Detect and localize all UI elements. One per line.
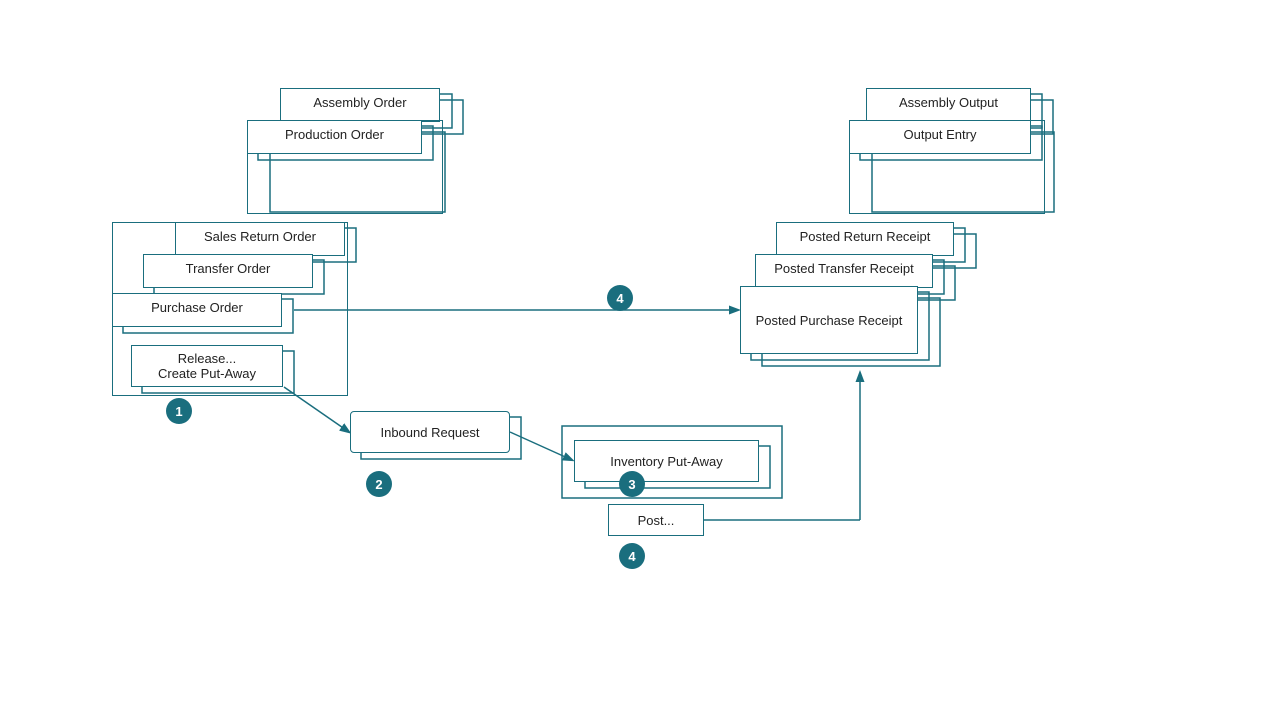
step-badge-1: 1 (166, 398, 192, 424)
posted-return-receipt-label: Posted Return Receipt (800, 229, 931, 244)
transfer-order-box: Transfer Order (143, 254, 313, 288)
inbound-request-label: Inbound Request (380, 425, 479, 440)
assembly-order-box: Assembly Order (280, 88, 440, 122)
step-badge-4-bot: 4 (619, 543, 645, 569)
release-label: Release... (178, 351, 237, 366)
posted-transfer-receipt-label: Posted Transfer Receipt (774, 261, 913, 276)
inventory-putaway-label: Inventory Put-Away (610, 454, 722, 469)
post-button-box[interactable]: Post... (608, 504, 704, 536)
posted-purchase-receipt-label: Posted Purchase Receipt (756, 313, 903, 328)
production-order-label: Production Order (285, 127, 384, 142)
posted-purchase-receipt-box: Posted Purchase Receipt (740, 286, 918, 354)
assembly-output-label: Assembly Output (899, 95, 998, 110)
sales-return-order-box: Sales Return Order (175, 222, 345, 256)
assembly-order-label: Assembly Order (313, 95, 406, 110)
production-order-box: Production Order (247, 120, 422, 154)
sales-return-order-label: Sales Return Order (204, 229, 316, 244)
output-entry-label: Output Entry (904, 127, 977, 142)
step-badge-2: 2 (366, 471, 392, 497)
transfer-order-label: Transfer Order (186, 261, 271, 276)
posted-return-receipt-box: Posted Return Receipt (776, 222, 954, 256)
release-create-box: Release... Create Put-Away (131, 345, 283, 387)
step-badge-3: 3 (619, 471, 645, 497)
output-entry-box: Output Entry (849, 120, 1031, 154)
create-putaway-label: Create Put-Away (158, 366, 256, 381)
purchase-order-label: Purchase Order (151, 300, 243, 315)
inventory-putaway-box: Inventory Put-Away (574, 440, 759, 482)
step-badge-4-top: 4 (607, 285, 633, 311)
assembly-output-box: Assembly Output (866, 88, 1031, 122)
posted-transfer-receipt-box: Posted Transfer Receipt (755, 254, 933, 288)
post-button-label: Post... (638, 513, 675, 528)
inbound-request-box: Inbound Request (350, 411, 510, 453)
diagram-container: Assembly Order Production Order Assembly… (0, 0, 1280, 720)
purchase-order-box: Purchase Order (112, 293, 282, 327)
